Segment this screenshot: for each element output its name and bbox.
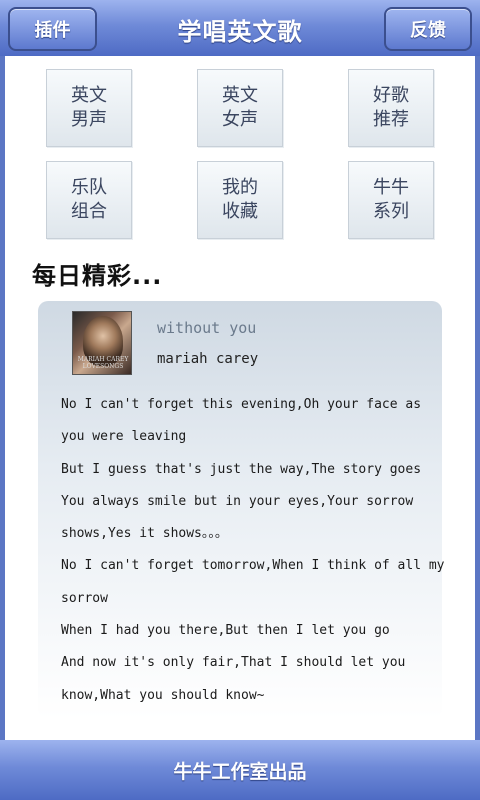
lyric-line: And now it's only fair,That I should let…: [61, 655, 406, 671]
lyric-line: No I can't forget tomorrow,When I think …: [61, 558, 445, 574]
category-label-line1: 好歌: [373, 85, 409, 106]
daily-section-title: 每日精彩...: [32, 262, 163, 290]
lyric-line: No I can't forget this evening,Oh your f…: [61, 397, 422, 412]
album-cover-text: MARIAH CAREY LOVESONGS: [77, 356, 129, 370]
lyric-line: But I guess that's just the way,The stor…: [61, 461, 422, 477]
feedback-button[interactable]: 反馈: [384, 7, 472, 51]
category-label-line2: 收藏: [222, 201, 258, 222]
lyric-line: know,What you should know~: [61, 687, 265, 703]
footer-bar: 牛牛工作室出品: [0, 740, 480, 800]
lyric-line: shows,Yes it shows。。。: [61, 526, 228, 542]
header-bar: 插件 学唱英文歌 反馈: [0, 0, 480, 56]
artist-name: mariah carey: [157, 351, 259, 367]
album-cover: MARIAH CAREY LOVESONGS: [72, 311, 132, 375]
category-label-line1: 乐队: [71, 177, 107, 198]
category-niuniu-series[interactable]: 牛牛 系列: [348, 161, 434, 239]
category-label-line1: 英文: [71, 85, 107, 106]
song-title[interactable]: without you: [157, 319, 256, 337]
daily-song-card[interactable]: MARIAH CAREY LOVESONGS without you maria…: [38, 301, 445, 719]
category-label-line2: 推荐: [373, 109, 409, 130]
category-label-line1: 我的: [222, 177, 258, 198]
lyric-line: You always smile but in your eyes,Your s…: [61, 493, 414, 509]
category-label-line2: 男声: [71, 109, 107, 130]
main-content: 英文 男声 英文 女声 好歌 推荐 乐队 组合 我的 收藏 牛牛 系列 每日精彩…: [5, 56, 475, 740]
category-bands[interactable]: 乐队 组合: [46, 161, 132, 239]
category-english-male[interactable]: 英文 男声: [46, 69, 132, 147]
category-label-line1: 英文: [222, 85, 258, 106]
lyric-line: you were leaving: [61, 429, 187, 445]
category-label-line2: 组合: [71, 201, 107, 222]
lyrics-block: No I can't forget this evening,Oh your f…: [61, 389, 445, 712]
category-label-line2: 女声: [222, 109, 258, 130]
category-favorites[interactable]: 我的 收藏: [197, 161, 283, 239]
lyric-line: sorrow: [61, 590, 108, 606]
lyric-line: When I had you there,But then I let you …: [61, 623, 390, 639]
footer-credit: 牛牛工作室出品: [173, 760, 307, 783]
category-label-line2: 系列: [373, 201, 409, 222]
category-recommended[interactable]: 好歌 推荐: [348, 69, 434, 147]
category-label-line1: 牛牛: [373, 177, 409, 198]
category-english-female[interactable]: 英文 女声: [197, 69, 283, 147]
